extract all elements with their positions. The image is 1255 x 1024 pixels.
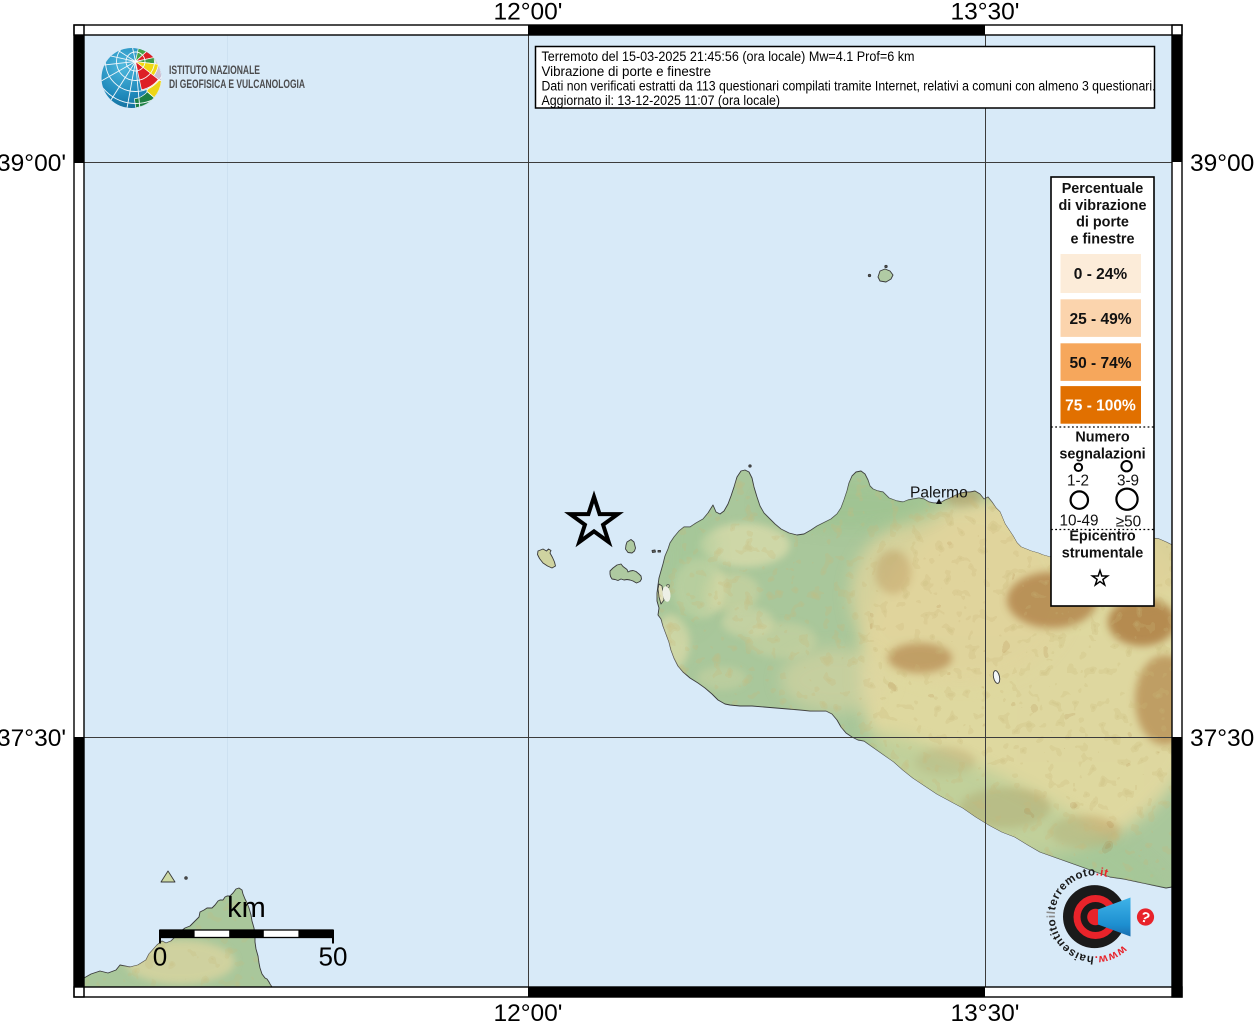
svg-text:39°00': 39°00' (0, 150, 66, 177)
svg-text:50 - 74%: 50 - 74% (1069, 355, 1131, 372)
svg-text:39°00': 39°00' (1190, 150, 1255, 177)
svg-text:Vibrazione di porte e finestre: Vibrazione di porte e finestre (542, 64, 712, 80)
svg-text:km: km (227, 892, 266, 924)
svg-text:10-49: 10-49 (1059, 513, 1098, 530)
svg-text:Terremoto del 15-03-2025 21:45: Terremoto del 15-03-2025 21:45:56 (ora l… (542, 49, 915, 65)
svg-text:37°30': 37°30' (0, 725, 66, 752)
svg-text:Aggiornato il: 13-12-2025 11:0: Aggiornato il: 13-12-2025 11:07 (ora loc… (542, 93, 781, 109)
svg-text:25 - 49%: 25 - 49% (1069, 311, 1131, 328)
svg-text:0 - 24%: 0 - 24% (1074, 266, 1128, 283)
svg-text:13°30': 13°30' (951, 1000, 1020, 1024)
svg-text:di porte: di porte (1076, 215, 1129, 231)
svg-text:75 - 100%: 75 - 100% (1065, 398, 1136, 415)
svg-text:segnalazioni: segnalazioni (1059, 446, 1145, 462)
svg-text:DI GEOFISICA E VULCANOLOGIA: DI GEOFISICA E VULCANOLOGIA (169, 77, 305, 91)
svg-text:ISTITUTO NAZIONALE: ISTITUTO NAZIONALE (169, 63, 260, 77)
svg-text:di vibrazione: di vibrazione (1059, 198, 1147, 214)
svg-text:3-9: 3-9 (1117, 473, 1139, 490)
svg-text:0: 0 (153, 942, 167, 972)
svg-text:1-2: 1-2 (1067, 473, 1089, 490)
svg-text:12°00': 12°00' (494, 1000, 563, 1024)
svg-text:13°30': 13°30' (951, 0, 1020, 26)
svg-text:50: 50 (319, 942, 348, 972)
svg-text:37°30': 37°30' (1190, 725, 1255, 752)
svg-text:strumentale: strumentale (1062, 545, 1144, 561)
svg-text:Percentuale: Percentuale (1062, 181, 1144, 197)
svg-text:e finestre: e finestre (1071, 231, 1135, 247)
svg-text:Numero: Numero (1075, 430, 1130, 446)
svg-text:Dati non verificati estratti d: Dati non verificati estratti da 113 ques… (542, 78, 1156, 94)
svg-text:12°00': 12°00' (494, 0, 563, 26)
svg-text:Epicentro: Epicentro (1069, 529, 1136, 545)
